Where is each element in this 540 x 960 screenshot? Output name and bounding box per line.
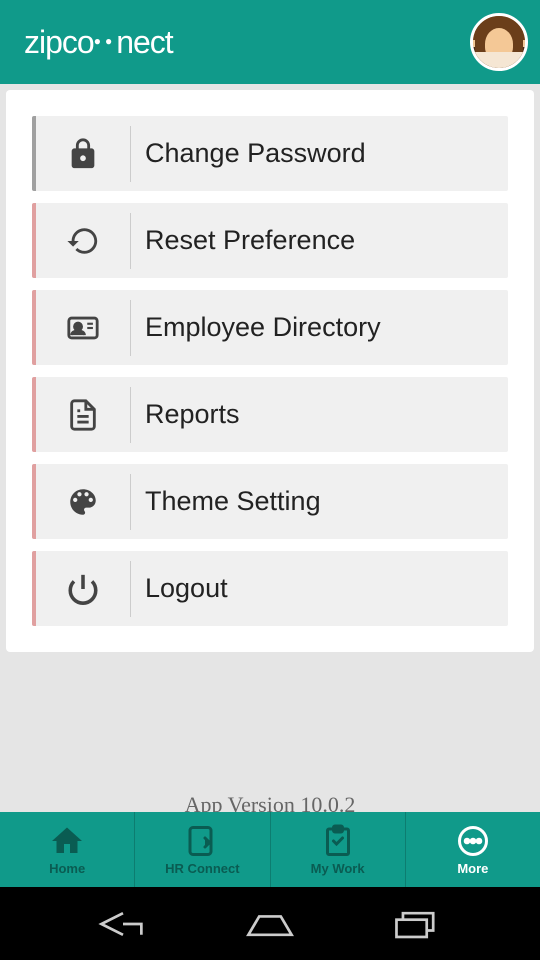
- app-header: zipco●●nect: [0, 0, 540, 84]
- reports-icon: [36, 387, 131, 443]
- menu-item-reports[interactable]: Reports: [32, 377, 508, 452]
- menu-item-logout[interactable]: Logout: [32, 551, 508, 626]
- menu-item-theme-setting[interactable]: Theme Setting: [32, 464, 508, 539]
- power-icon: [36, 561, 131, 617]
- app-logo: zipco●●nect: [24, 24, 173, 61]
- back-button[interactable]: [96, 904, 150, 944]
- nav-label: Home: [49, 861, 85, 876]
- menu-label: Reports: [131, 399, 240, 430]
- bottom-nav: Home HR Connect My Work More: [0, 812, 540, 887]
- recents-button[interactable]: [390, 904, 444, 944]
- nav-item-home[interactable]: Home: [0, 812, 135, 887]
- nav-label: HR Connect: [165, 861, 239, 876]
- menu-label: Logout: [131, 573, 228, 604]
- more-icon: [455, 823, 491, 859]
- lock-icon: [36, 126, 131, 182]
- directory-icon: [36, 300, 131, 356]
- menu-label: Theme Setting: [131, 486, 321, 517]
- hr-connect-icon: [184, 823, 220, 859]
- nav-item-hr-connect[interactable]: HR Connect: [135, 812, 270, 887]
- menu-label: Reset Preference: [131, 225, 355, 256]
- nav-item-my-work[interactable]: My Work: [271, 812, 406, 887]
- my-work-icon: [320, 823, 356, 859]
- menu-item-employee-directory[interactable]: Employee Directory: [32, 290, 508, 365]
- menu-item-reset-preference[interactable]: Reset Preference: [32, 203, 508, 278]
- home-icon: [49, 823, 85, 859]
- menu-item-change-password[interactable]: Change Password: [32, 116, 508, 191]
- nav-item-more[interactable]: More: [406, 812, 540, 887]
- theme-icon: [36, 474, 131, 530]
- android-system-nav: [0, 887, 540, 960]
- nav-label: My Work: [311, 861, 365, 876]
- reset-icon: [36, 213, 131, 269]
- settings-card: Change Password Reset Preference Employe…: [6, 90, 534, 652]
- home-button[interactable]: [243, 904, 297, 944]
- menu-label: Change Password: [131, 138, 366, 169]
- menu-label: Employee Directory: [131, 312, 381, 343]
- nav-label: More: [457, 861, 488, 876]
- user-avatar[interactable]: [470, 13, 528, 71]
